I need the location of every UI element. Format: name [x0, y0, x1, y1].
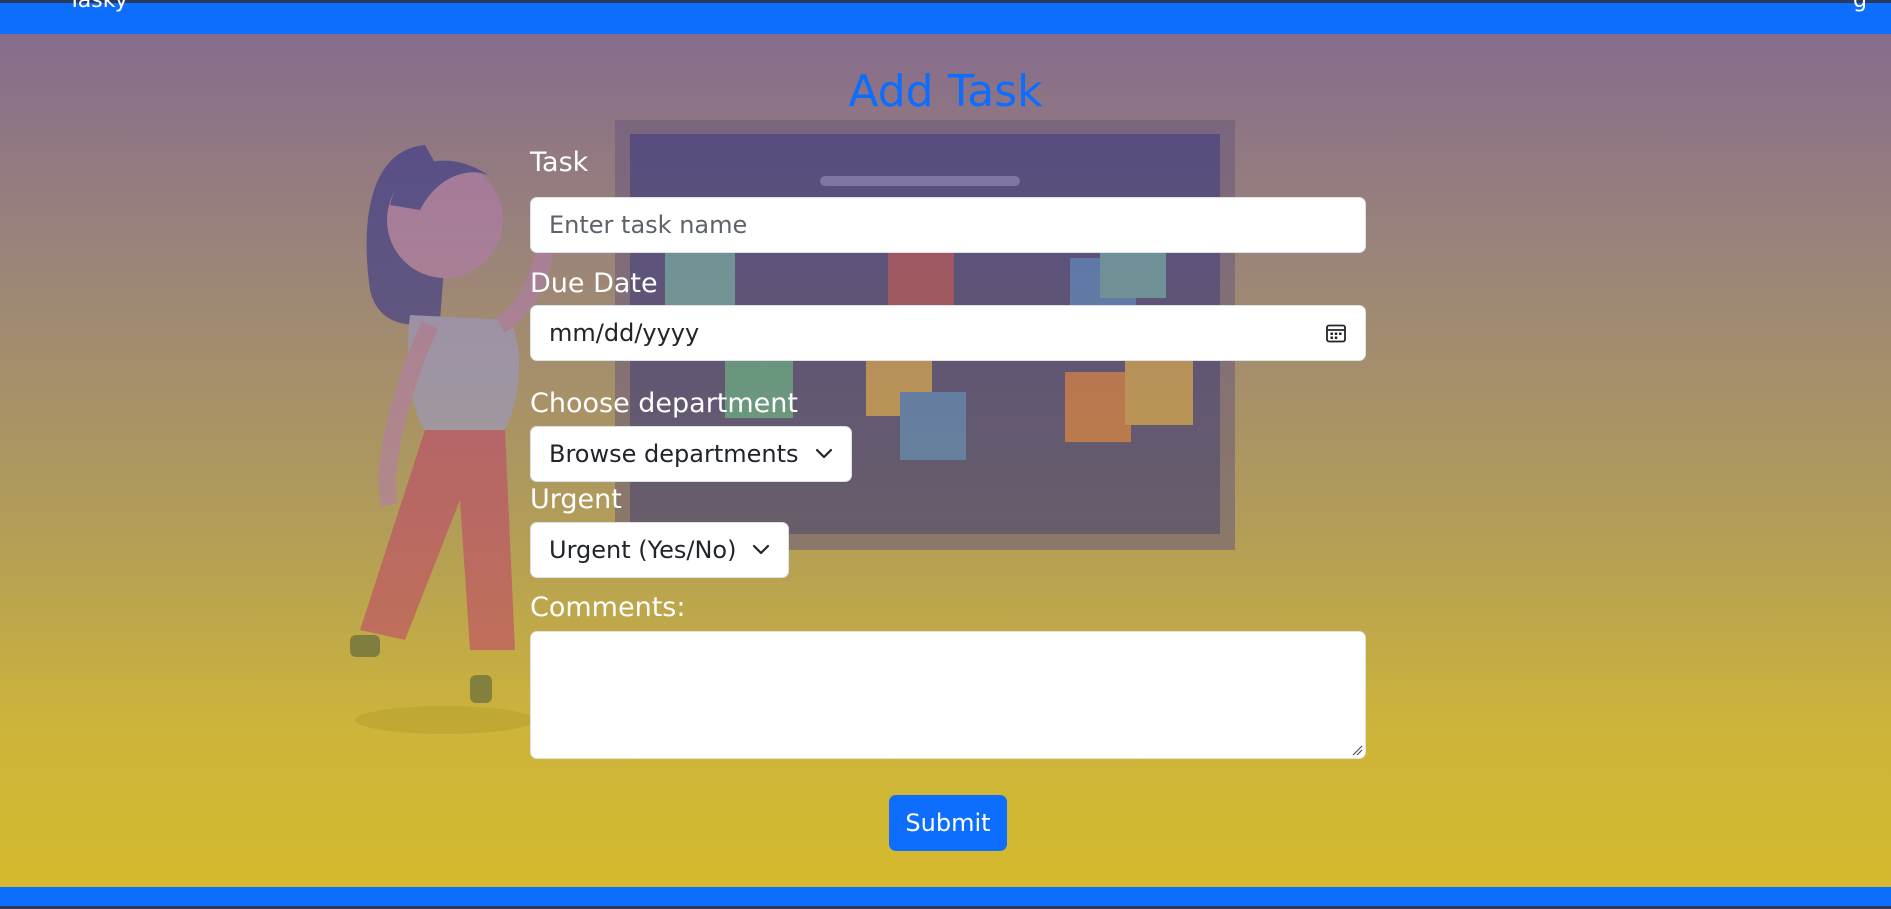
- due-date-label: Due Date: [530, 268, 658, 299]
- sticky-note: [665, 245, 735, 305]
- chevron-down-icon: [753, 544, 770, 555]
- due-date-value: mm/dd/yyyy: [549, 319, 700, 347]
- comments-textarea[interactable]: [530, 631, 1366, 759]
- navbar-right-link[interactable]: g: [1853, 0, 1867, 13]
- urgent-selected-value: Urgent (Yes/No): [549, 536, 737, 564]
- calendar-icon[interactable]: [1325, 322, 1347, 344]
- sticky-note: [1100, 250, 1166, 298]
- figure-foot: [470, 675, 492, 703]
- resize-handle-icon[interactable]: [1351, 744, 1363, 756]
- department-select[interactable]: Browse departments: [530, 426, 852, 482]
- chevron-down-icon: [815, 448, 832, 459]
- sticky-note: [1065, 372, 1131, 442]
- figure-foot: [350, 635, 380, 657]
- sticky-note: [900, 392, 966, 460]
- task-name-input[interactable]: [530, 197, 1366, 253]
- sticky-note: [1125, 355, 1193, 425]
- board-title-strip: [820, 176, 1020, 186]
- page-title: Add Task: [848, 66, 1043, 117]
- top-navbar: Tasky g: [0, 0, 1891, 34]
- navbar-brand[interactable]: Tasky: [68, 0, 128, 13]
- bottom-footer-bar: [0, 887, 1891, 909]
- urgent-select[interactable]: Urgent (Yes/No): [530, 522, 790, 578]
- task-label: Task: [530, 147, 589, 178]
- figure-shadow: [355, 706, 535, 734]
- due-date-input[interactable]: mm/dd/yyyy: [530, 305, 1366, 361]
- urgent-label: Urgent: [530, 484, 622, 515]
- comments-label: Comments:: [530, 592, 686, 623]
- department-selected-value: Browse departments: [549, 440, 799, 468]
- sticky-note: [888, 252, 954, 310]
- department-label: Choose department: [530, 388, 798, 419]
- submit-button[interactable]: Submit: [889, 795, 1007, 851]
